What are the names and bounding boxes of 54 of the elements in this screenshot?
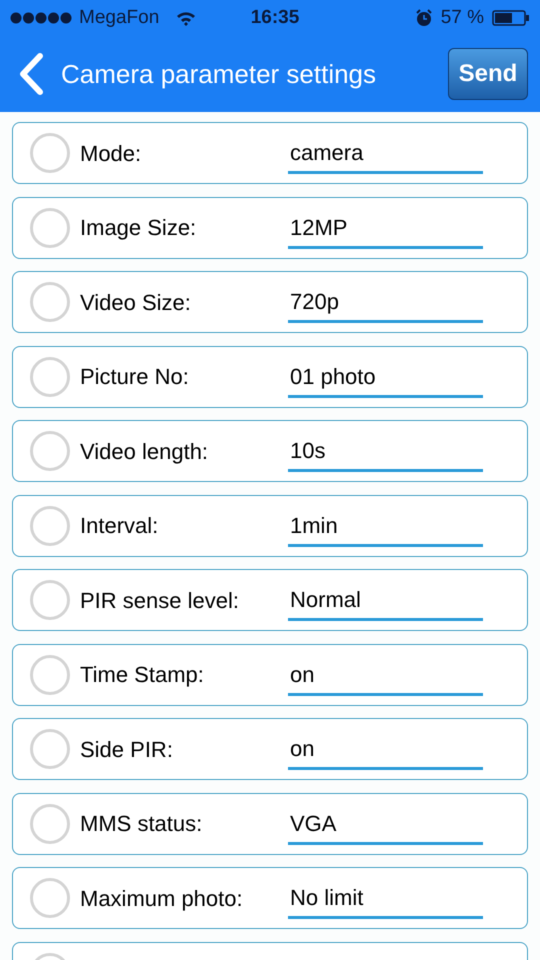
setting-row[interactable]: Maximum photo: No limit: [12, 867, 528, 929]
send-button[interactable]: Send: [448, 48, 528, 100]
radio-button[interactable]: [30, 431, 70, 471]
setting-label: MMS status:: [80, 810, 204, 838]
setting-row[interactable]: Picture No: 01 photo: [12, 346, 528, 408]
radio-button[interactable]: [30, 356, 70, 396]
radio-button[interactable]: [30, 506, 70, 546]
setting-row[interactable]: Mode: camera: [12, 122, 528, 184]
setting-label: Video length:: [80, 438, 210, 466]
setting-label: Mode:: [80, 140, 142, 168]
value-field[interactable]: 720p: [288, 287, 483, 323]
setting-label: Image Size:: [80, 214, 198, 242]
setting-row[interactable]: Video Size: 720p: [12, 271, 528, 333]
setting-label: Picture No:: [80, 363, 190, 391]
value-field[interactable]: VGA: [288, 808, 483, 844]
value-field[interactable]: camera: [288, 138, 483, 174]
value-field[interactable]: Normal: [288, 585, 483, 621]
radio-button[interactable]: [30, 133, 70, 173]
radio-button[interactable]: [30, 580, 70, 620]
setting-row[interactable]: Time Stamp: on: [12, 644, 528, 706]
setting-row[interactable]: Video length: 10s: [12, 420, 528, 482]
setting-label: Time Stamp:: [80, 661, 205, 689]
radio-button[interactable]: [30, 654, 70, 694]
setting-label: Interval:: [80, 512, 160, 540]
value-field[interactable]: on: [288, 734, 483, 770]
value-field[interactable]: 1min: [288, 510, 483, 546]
value-field[interactable]: on: [288, 660, 483, 696]
value-field[interactable]: 10s: [288, 436, 483, 472]
wifi-icon: [176, 10, 196, 26]
setting-row[interactable]: Interval: 1min: [12, 494, 528, 556]
setting-label: Side PIR:: [80, 736, 174, 764]
battery-percent: 57 %: [440, 6, 484, 30]
radio-button[interactable]: [30, 729, 70, 769]
setting-label: Video Size:: [80, 288, 192, 316]
value-field[interactable]: 12MP: [288, 212, 483, 248]
value-field[interactable]: 01 photo: [288, 362, 483, 398]
radio-button[interactable]: [30, 208, 70, 248]
setting-row[interactable]: PIR sense level: Normal: [12, 569, 528, 631]
alarm-clock-icon: [414, 9, 433, 27]
battery-icon: [492, 10, 530, 26]
radio-button[interactable]: [30, 282, 70, 322]
radio-button[interactable]: [30, 804, 70, 844]
setting-label: Maximum photo:: [80, 884, 244, 913]
radio-button[interactable]: [30, 878, 70, 918]
clock-time: 16:35: [250, 6, 300, 30]
carrier-name: MegaFon: [79, 6, 160, 30]
setting-row[interactable]: MMS status: VGA: [12, 792, 528, 854]
setting-row[interactable]: Image Size: 12MP: [12, 196, 528, 258]
setting-label: PIR sense level:: [80, 586, 240, 614]
setting-row[interactable]: Side PIR: on: [12, 718, 528, 780]
value-field[interactable]: No limit: [288, 883, 483, 919]
signal-icon: [10, 12, 72, 24]
back-icon: [18, 53, 44, 95]
screen-title: Camera parameter settings: [61, 58, 378, 90]
